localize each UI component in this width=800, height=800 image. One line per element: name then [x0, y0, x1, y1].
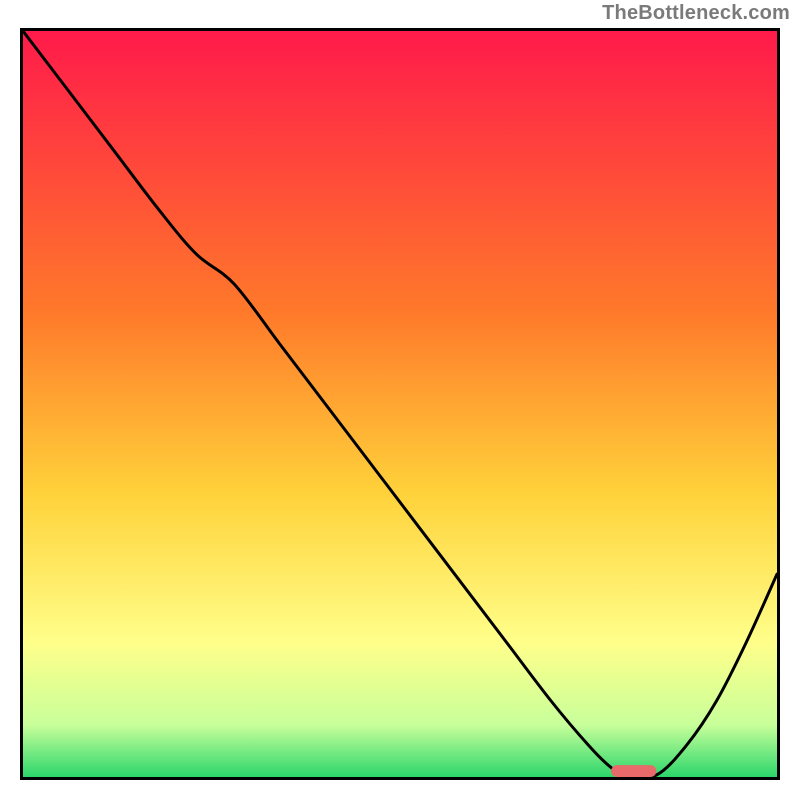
optimal-marker	[611, 765, 656, 777]
gradient-background	[23, 31, 777, 777]
chart-container: TheBottleneck.com	[0, 0, 800, 800]
chart-svg	[23, 31, 777, 777]
watermark-text: TheBottleneck.com	[602, 2, 790, 25]
plot-area	[20, 28, 780, 780]
